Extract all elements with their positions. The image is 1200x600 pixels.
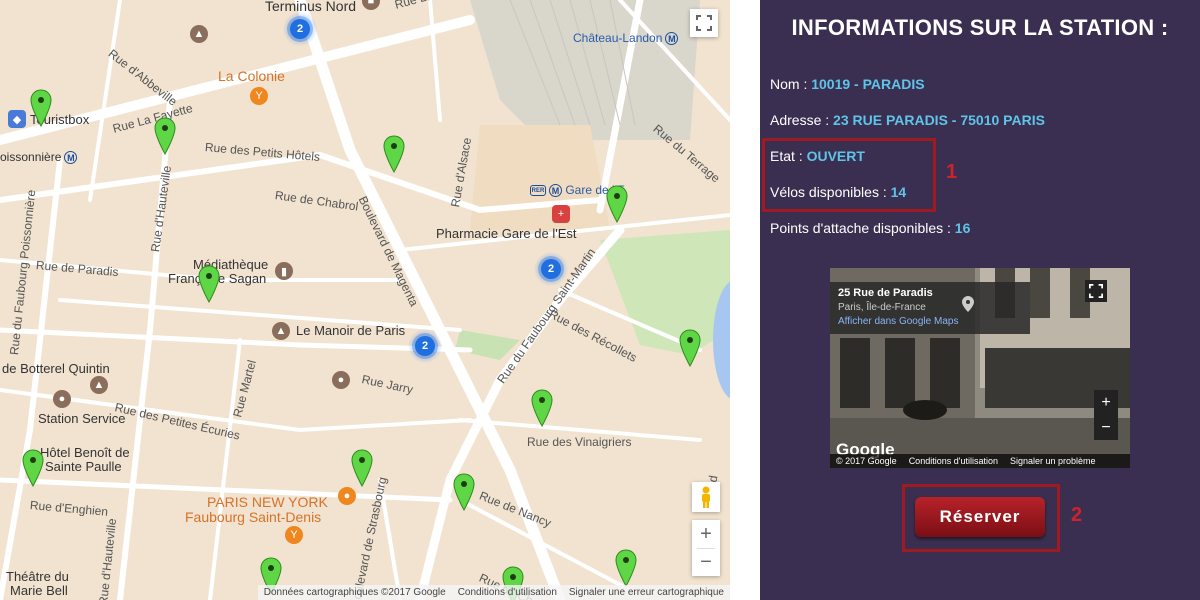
street-view-subtitle: Paris, Île-de-France bbox=[838, 302, 926, 313]
street-view-terms-link[interactable]: Conditions d'utilisation bbox=[909, 456, 998, 466]
annotation-number-2: 2 bbox=[1071, 504, 1083, 526]
label-hotel-1: Hôtel Benoît de bbox=[40, 445, 130, 460]
street-view-copyright: © 2017 Google bbox=[836, 456, 897, 466]
metro-icon: M bbox=[549, 184, 562, 198]
station-info-panel: INFORMATIONS SUR LA STATION : Nom : 1001… bbox=[760, 0, 1200, 600]
street-view-report-link[interactable]: Signaler un problème bbox=[1010, 456, 1096, 466]
library-icon: ▮ bbox=[275, 262, 293, 280]
landmark-icon: ▲ bbox=[272, 322, 290, 340]
station-marker[interactable] bbox=[615, 549, 637, 587]
street-view-panel[interactable]: 25 Rue de Paradis Paris, Île-de-France A… bbox=[830, 268, 1130, 468]
reserve-button[interactable]: Réserver bbox=[915, 497, 1045, 537]
pegman-icon bbox=[702, 486, 710, 508]
metro-icon: M bbox=[64, 151, 78, 165]
station-marker[interactable] bbox=[531, 389, 553, 427]
fullscreen-icon bbox=[1089, 284, 1103, 298]
street-view-title: 25 Rue de Paradis bbox=[838, 287, 933, 299]
street-view-address-card: 25 Rue de Paradis Paris, Île-de-France A… bbox=[830, 282, 1030, 334]
label-pharmacie: Pharmacie Gare de l'Est bbox=[436, 226, 577, 241]
fullscreen-icon bbox=[696, 15, 712, 31]
street-view-zoom-out[interactable]: − bbox=[1101, 419, 1110, 437]
zoom-controls: + − bbox=[692, 520, 720, 576]
station-map[interactable]: Terminus Nord La Colonie Touristbox oiss… bbox=[0, 0, 730, 600]
station-marker[interactable] bbox=[30, 89, 52, 127]
station-marker[interactable] bbox=[154, 117, 176, 155]
zoom-in-button[interactable]: + bbox=[700, 520, 712, 548]
pharmacy-icon: + bbox=[552, 205, 570, 223]
cluster-count: 2 bbox=[290, 19, 310, 39]
label-terminus-nord: Terminus Nord bbox=[265, 0, 357, 14]
fuel-icon: ● bbox=[53, 390, 71, 408]
station-marker[interactable] bbox=[453, 473, 475, 511]
station-marker[interactable] bbox=[22, 449, 44, 487]
station-name-label: Nom : bbox=[770, 76, 812, 92]
label-manoir: Le Manoir de Paris bbox=[296, 323, 406, 338]
stands-available-label: Points d'attache disponibles : bbox=[770, 220, 955, 236]
station-address-label: Adresse : bbox=[770, 112, 834, 128]
fullscreen-button[interactable] bbox=[690, 9, 718, 37]
highlight-box-1 bbox=[762, 138, 936, 212]
street-view-zoom-controls: + − bbox=[1094, 390, 1118, 440]
stands-available-row: Points d'attache disponibles : 16 bbox=[770, 220, 970, 236]
label-poissonniere: oissonnière M bbox=[0, 150, 78, 165]
restaurant-icon: Y bbox=[285, 526, 303, 544]
shopping-icon: ◆ bbox=[8, 110, 26, 128]
map-terms-link[interactable]: Conditions d'utilisation bbox=[458, 587, 557, 598]
station-address-value: 23 RUE PARADIS - 75010 PARIS bbox=[833, 112, 1045, 128]
station-marker[interactable] bbox=[198, 265, 220, 303]
app-root: Terminus Nord La Colonie Touristbox oiss… bbox=[0, 0, 1200, 600]
map-data-credit: Données cartographiques ©2017 Google bbox=[263, 587, 446, 598]
stands-available-value: 16 bbox=[954, 220, 971, 236]
station-address-row: Adresse : 23 RUE PARADIS - 75010 PARIS bbox=[770, 112, 1045, 128]
label-paris-ny-1: PARIS NEW YORK bbox=[207, 494, 328, 510]
panel-title: INFORMATIONS SUR LA STATION : bbox=[791, 15, 1169, 40]
map-report-link[interactable]: Signaler une erreur cartographique bbox=[569, 587, 724, 598]
station-cluster[interactable]: 2 bbox=[408, 329, 442, 363]
label-paris-ny-2: Faubourg Saint-Denis bbox=[185, 509, 322, 525]
station-marker[interactable] bbox=[679, 329, 701, 367]
station-marker[interactable] bbox=[606, 185, 628, 223]
map-attribution: Données cartographiques ©2017 Google Con… bbox=[257, 585, 730, 600]
pegman-button[interactable] bbox=[692, 482, 720, 512]
label-hotel-2: Sainte Paulle bbox=[45, 459, 122, 474]
station-marker[interactable] bbox=[351, 449, 373, 487]
station-name-row: Nom : 10019 - PARADIS bbox=[770, 76, 925, 92]
label-chateau-landon: Château-Landon M bbox=[573, 31, 679, 46]
station-cluster[interactable]: 2 bbox=[534, 252, 568, 286]
street-view-zoom-in[interactable]: + bbox=[1101, 394, 1110, 412]
cluster-count: 2 bbox=[541, 259, 561, 279]
station-marker[interactable] bbox=[383, 135, 405, 173]
metro-icon: M bbox=[665, 32, 679, 46]
station-name-value: 10019 - PARADIS bbox=[811, 76, 925, 92]
street-view-footer: © 2017 Google Conditions d'utilisation S… bbox=[830, 454, 1130, 468]
street-vinaigriers: Rue des Vinaigriers bbox=[527, 435, 632, 449]
map-base-layer bbox=[0, 0, 730, 600]
camera-icon: ● bbox=[332, 371, 350, 389]
label-theatre-1: Théâtre du bbox=[6, 569, 69, 584]
street-view-fullscreen-button[interactable] bbox=[1085, 280, 1107, 302]
label-station-service: Station Service bbox=[38, 411, 126, 426]
landmark-icon: ▲ bbox=[190, 25, 208, 43]
location-pin-icon bbox=[962, 296, 974, 312]
station-cluster[interactable]: 2 bbox=[283, 12, 317, 46]
label-la-colonie: La Colonie bbox=[218, 68, 285, 84]
zoom-out-button[interactable]: − bbox=[700, 549, 712, 576]
cafe-icon: ● bbox=[338, 487, 356, 505]
bar-icon: Y bbox=[250, 87, 268, 105]
cluster-count: 2 bbox=[415, 336, 435, 356]
open-in-maps-link[interactable]: Afficher dans Google Maps bbox=[838, 316, 1022, 327]
landmark-icon: ▲ bbox=[90, 376, 108, 394]
label-botterel: de Botterel Quintin bbox=[2, 361, 110, 376]
annotation-number-1: 1 bbox=[946, 161, 958, 183]
rer-icon: RER bbox=[530, 185, 546, 197]
label-theatre-2: Marie Bell bbox=[10, 583, 68, 598]
